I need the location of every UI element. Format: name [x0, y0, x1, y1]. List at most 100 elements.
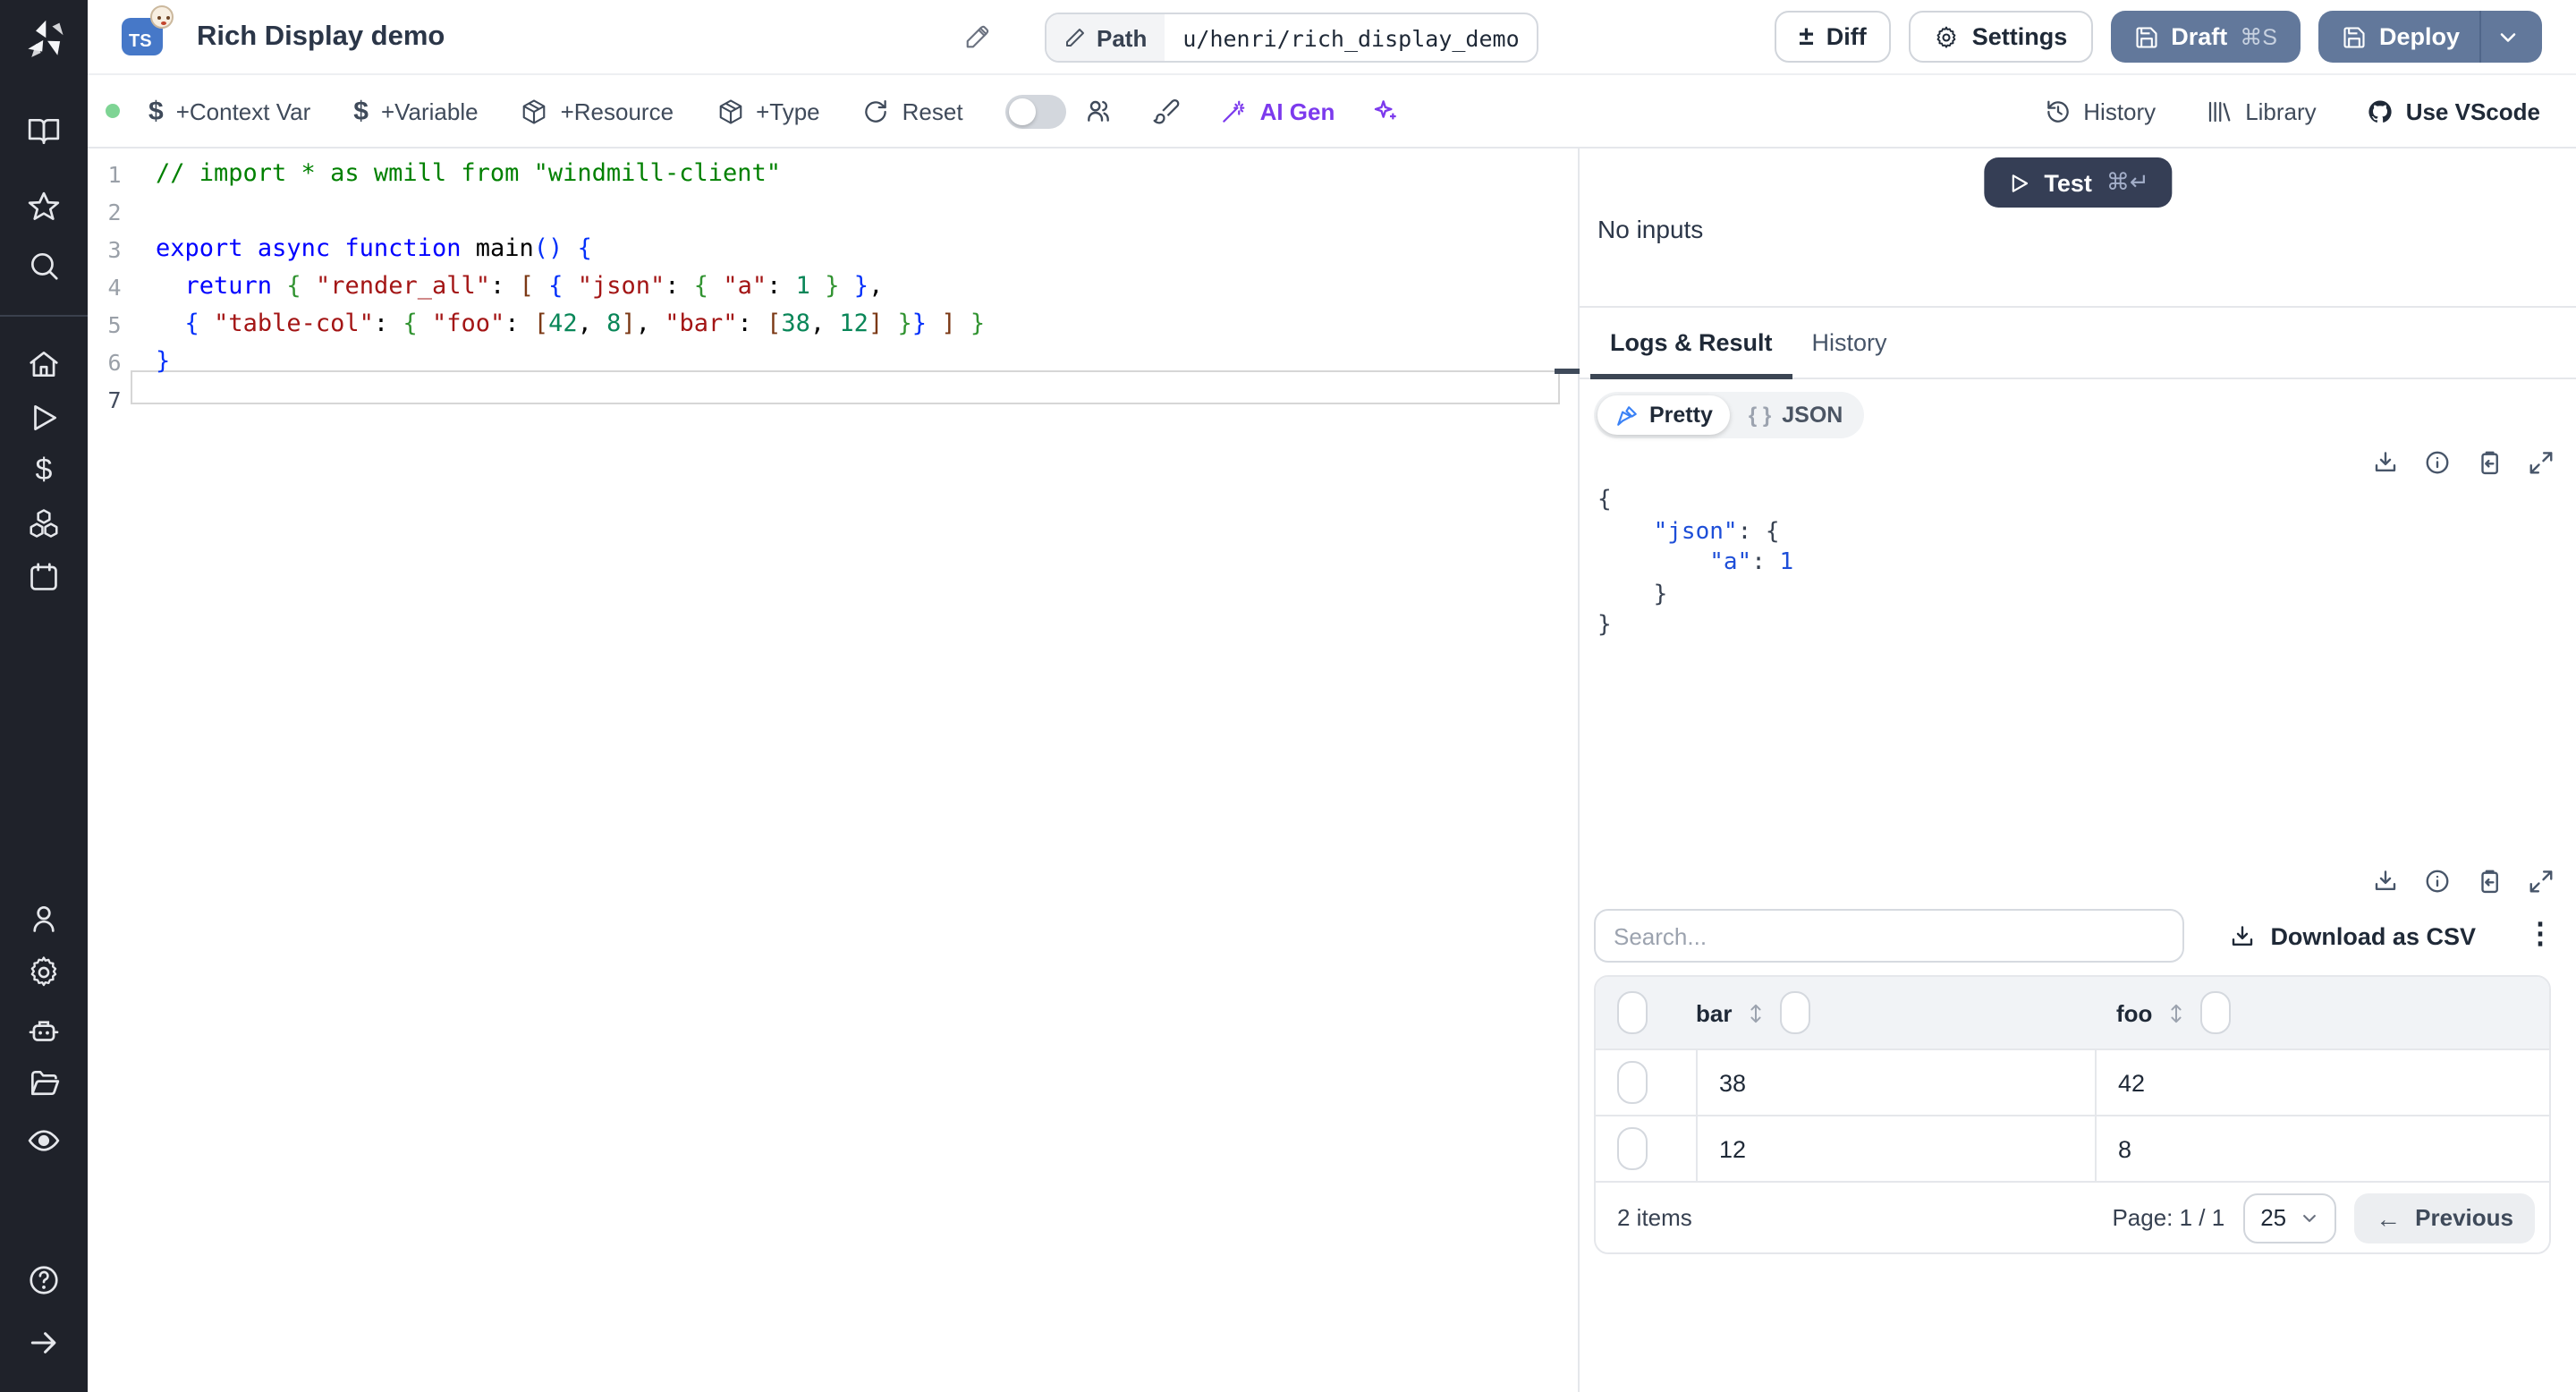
- code-editor[interactable]: 1 2 3 4 5 6 7 // import * as wmill from "windm…: [88, 149, 1580, 1392]
- user-icon[interactable]: [27, 902, 61, 936]
- info-icon[interactable]: [2424, 868, 2451, 895]
- robot-icon[interactable]: [27, 1014, 61, 1048]
- package-icon: [718, 98, 741, 123]
- deploy-button[interactable]: Deploy: [2318, 11, 2542, 63]
- play-icon[interactable]: [27, 401, 61, 435]
- result-view-switch: Pretty { } JSON: [1594, 392, 1865, 438]
- download-icon[interactable]: [2372, 449, 2399, 476]
- result-json-line: }: [1597, 612, 1612, 639]
- topbar: TS Rich Display demo Path u/henri/rich_d…: [88, 0, 2576, 75]
- line-number: 6: [107, 349, 122, 376]
- calendar-icon[interactable]: [27, 560, 61, 594]
- add-context-var-button[interactable]: $ +Context Var: [148, 96, 310, 126]
- arrow-right-icon[interactable]: [27, 1326, 61, 1360]
- path-widget[interactable]: Path u/henri/rich_display_demo: [1045, 13, 1539, 63]
- info-icon[interactable]: [2424, 449, 2451, 476]
- home-icon[interactable]: [27, 347, 61, 381]
- test-button[interactable]: Test ⌘↵: [1983, 157, 2173, 208]
- gear-icon[interactable]: [27, 955, 61, 989]
- editor-toolbar: $ +Context Var $ +Variable +Resource +Type…: [88, 75, 2576, 149]
- page-size-select[interactable]: 25: [2242, 1193, 2337, 1243]
- reset-button[interactable]: Reset: [863, 98, 963, 124]
- sort-icon: [1750, 1003, 1762, 1023]
- code-line[interactable]: // import * as wmill from "windmill-clie…: [156, 156, 1578, 193]
- folder-icon[interactable]: [27, 1066, 61, 1100]
- expand-icon[interactable]: [2528, 868, 2555, 895]
- book-icon[interactable]: [27, 115, 61, 149]
- settings-button[interactable]: Settings: [1909, 11, 2093, 63]
- line-number: 4: [107, 274, 122, 301]
- preview-header: Test ⌘↵ No inputs: [1580, 149, 2576, 308]
- panel-resize-handle[interactable]: [1555, 369, 1580, 374]
- deploy-separator: [2479, 11, 2481, 63]
- column-filter-checkbox[interactable]: [1780, 991, 1811, 1034]
- preview-tabs: Logs & Result History: [1580, 308, 2576, 379]
- diff-button[interactable]: ± Diff: [1774, 11, 1892, 63]
- row-checkbox[interactable]: [1617, 1127, 1648, 1170]
- column-filter-checkbox[interactable]: [2200, 991, 2232, 1034]
- edit-summary-pencil-icon[interactable]: [962, 23, 991, 52]
- save-icon: [2135, 26, 2157, 47]
- sparkles-icon[interactable]: [1370, 97, 1399, 125]
- add-variable-button[interactable]: $ +Variable: [353, 96, 478, 126]
- table-search-row: Download as CSV ⋮: [1594, 907, 2555, 964]
- column-header-foo[interactable]: foo: [2116, 999, 2152, 1026]
- no-inputs-label: No inputs: [1597, 215, 1704, 243]
- pretty-view-button[interactable]: Pretty: [1597, 395, 1731, 435]
- expand-icon[interactable]: [2528, 449, 2555, 476]
- code-line[interactable]: return { "render_all": [ { "json": { "a"…: [156, 268, 1578, 306]
- result-json-line: {: [1597, 487, 1612, 514]
- code-line[interactable]: { "table-col": { "foo": [42, 8], "bar": …: [156, 306, 1578, 344]
- table-row[interactable]: 38 42: [1596, 1048, 2549, 1115]
- code-line[interactable]: [156, 381, 1578, 419]
- ai-gen-button[interactable]: AI Gen: [1221, 98, 1335, 124]
- library-icon: [2209, 100, 2231, 122]
- draft-button[interactable]: Draft ⌘S: [2110, 11, 2301, 63]
- add-resource-button[interactable]: +Resource: [521, 98, 674, 124]
- github-icon: [2368, 99, 2392, 122]
- items-count: 2 items: [1617, 1204, 1692, 1231]
- row-checkbox[interactable]: [1617, 1061, 1648, 1104]
- code-line[interactable]: export async function main() {: [156, 231, 1578, 268]
- code-area[interactable]: // import * as wmill from "windmill-clie…: [156, 156, 1578, 419]
- add-type-button[interactable]: +Type: [716, 98, 820, 124]
- use-vscode-button[interactable]: Use VScode: [2367, 98, 2540, 124]
- code-line[interactable]: }: [156, 344, 1578, 381]
- path-value: u/henri/rich_display_demo: [1182, 24, 1520, 51]
- diff-mode-toggle[interactable]: [1005, 94, 1067, 128]
- boxes-icon[interactable]: [27, 506, 61, 540]
- download-icon: [2233, 925, 2253, 945]
- users-icon[interactable]: [1085, 97, 1114, 125]
- clipboard-copy-icon[interactable]: [2476, 449, 2503, 476]
- path-edit-section[interactable]: Path: [1046, 14, 1165, 61]
- table-cell: 42: [2095, 1050, 2549, 1115]
- table-footer: 2 items Page: 1 / 1 25 ← Previous: [1596, 1181, 2549, 1252]
- line-number: 7: [107, 386, 122, 413]
- previous-page-button[interactable]: ← Previous: [2354, 1193, 2535, 1243]
- arrow-left-icon: ←: [2376, 1203, 2402, 1232]
- download-icon[interactable]: [2372, 868, 2399, 895]
- eye-icon[interactable]: [27, 1124, 61, 1158]
- search-icon[interactable]: [27, 249, 61, 283]
- column-header-bar[interactable]: bar: [1696, 999, 1732, 1026]
- table-actions: [2372, 868, 2555, 895]
- dollar-icon[interactable]: $: [27, 453, 61, 487]
- tab-logs-result[interactable]: Logs & Result: [1590, 308, 1792, 379]
- search-input[interactable]: [1594, 909, 2184, 963]
- kebab-menu-icon[interactable]: ⋮: [2526, 921, 2555, 950]
- format-brush-icon[interactable]: [1153, 97, 1182, 125]
- help-icon[interactable]: [27, 1263, 61, 1297]
- library-button[interactable]: Library: [2206, 98, 2317, 124]
- status-dot: [106, 104, 120, 118]
- history-button[interactable]: History: [2044, 98, 2156, 124]
- line-number: 2: [107, 199, 122, 225]
- json-view-button[interactable]: { } JSON: [1731, 395, 1860, 435]
- windmill-logo-icon[interactable]: [21, 16, 68, 63]
- tab-history[interactable]: History: [1792, 308, 1907, 378]
- table-row[interactable]: 12 8: [1596, 1115, 2549, 1181]
- clipboard-copy-icon[interactable]: [2476, 868, 2503, 895]
- star-icon[interactable]: [27, 190, 61, 224]
- code-line[interactable]: [156, 193, 1578, 231]
- download-csv-button[interactable]: Download as CSV: [2229, 922, 2476, 949]
- select-all-checkbox[interactable]: [1617, 991, 1648, 1034]
